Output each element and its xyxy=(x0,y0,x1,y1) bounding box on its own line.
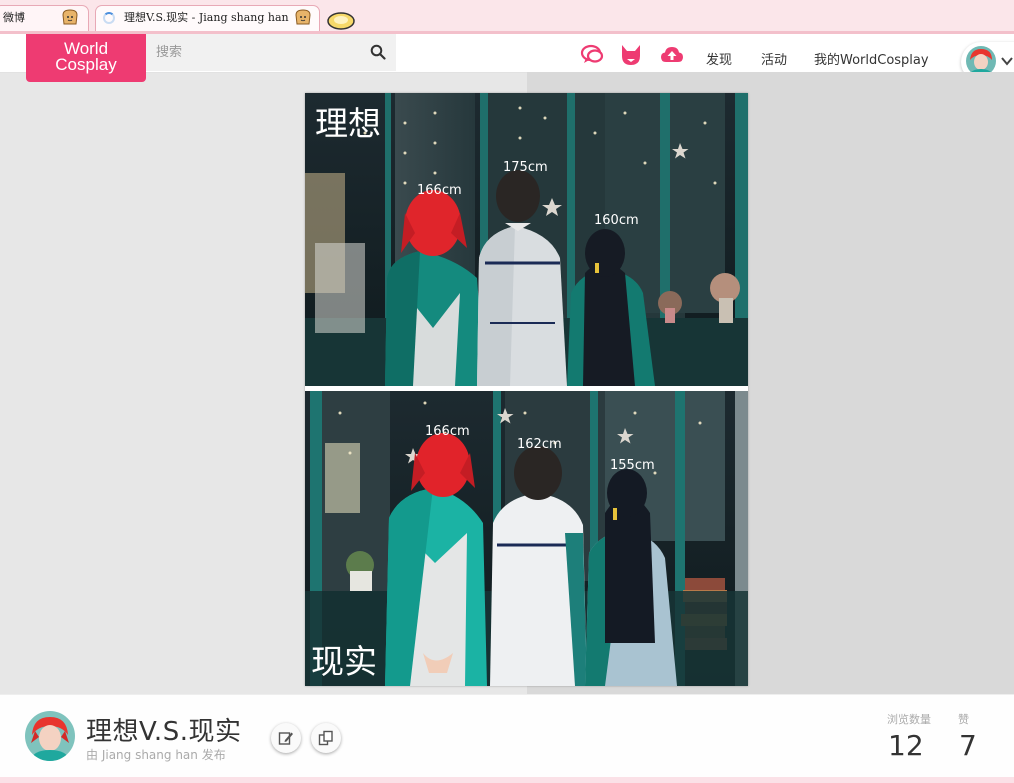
height-label: 175cm xyxy=(503,160,548,175)
copy-icon xyxy=(318,730,333,746)
top-panel: 理想 166cm 175cm 160cm xyxy=(305,93,748,386)
chevron-down-icon xyxy=(1001,57,1013,66)
height-label: 166cm xyxy=(425,424,470,439)
nav-my-worldcosplay[interactable]: 我的WorldCosplay xyxy=(814,49,929,68)
chat-icon[interactable] xyxy=(580,44,604,66)
height-label: 155cm xyxy=(610,458,655,473)
toast-icon xyxy=(295,9,311,25)
post-author[interactable]: 由 Jiang shang han 发布 xyxy=(86,746,226,763)
edit-icon xyxy=(278,732,293,745)
search-box xyxy=(146,34,396,71)
nav-activity[interactable]: 活动 xyxy=(761,49,787,68)
photo-caption-top: 理想 xyxy=(315,104,381,143)
post-photo[interactable]: 理想 166cm 175cm 160cm 现实 166cm 162cm 155c… xyxy=(305,93,748,686)
toast-icon xyxy=(62,9,78,25)
tab-title: 理想V.S.现实 - Jiang shang han xyxy=(124,11,289,24)
new-tab-button[interactable] xyxy=(326,11,356,31)
fox-icon[interactable] xyxy=(619,44,643,66)
browser-tab-active[interactable]: 理想V.S.现实 - Jiang shang han xyxy=(95,5,320,31)
photo-caption-bottom: 现实 xyxy=(311,642,377,681)
upload-icon[interactable] xyxy=(660,44,684,66)
views-count: 12 xyxy=(888,729,924,762)
likes-count: 7 xyxy=(959,729,977,762)
search-input[interactable] xyxy=(156,43,346,61)
height-label: 160cm xyxy=(594,213,639,228)
height-label: 166cm xyxy=(417,183,462,198)
logo-line-2: Cosplay xyxy=(55,55,117,74)
nav-discover[interactable]: 发现 xyxy=(706,49,732,68)
loading-spinner-icon xyxy=(103,12,115,24)
likes-label: 赞 xyxy=(958,713,969,726)
tab-title: 微博 xyxy=(3,11,25,24)
browser-tab-strip: 微博 理想V.S.现实 - Jiang shang han xyxy=(0,0,1014,34)
author-avatar[interactable] xyxy=(25,711,75,761)
worldcosplay-logo[interactable]: World Cosplay xyxy=(26,34,146,82)
site-header: World Cosplay 发现 活动 我的WorldCosplay xyxy=(0,34,1014,82)
photo-canvas: 理想 166cm 175cm 160cm 现实 166cm 162cm 155c… xyxy=(305,93,748,686)
browser-tab-weibo[interactable]: 微博 xyxy=(0,5,89,31)
edit-button[interactable] xyxy=(271,723,301,753)
copy-button[interactable] xyxy=(311,723,341,753)
panel-divider xyxy=(305,386,748,391)
post-title: 理想V.S.现实 xyxy=(86,717,242,747)
post-info-bar: 理想V.S.现实 由 Jiang shang han 发布 浏览数量 12 赞 … xyxy=(0,694,1014,783)
bottom-panel: 现实 166cm 162cm 155cm xyxy=(305,391,748,686)
views-label: 浏览数量 xyxy=(887,713,931,726)
height-label: 162cm xyxy=(517,437,562,452)
search-icon[interactable] xyxy=(370,44,386,60)
